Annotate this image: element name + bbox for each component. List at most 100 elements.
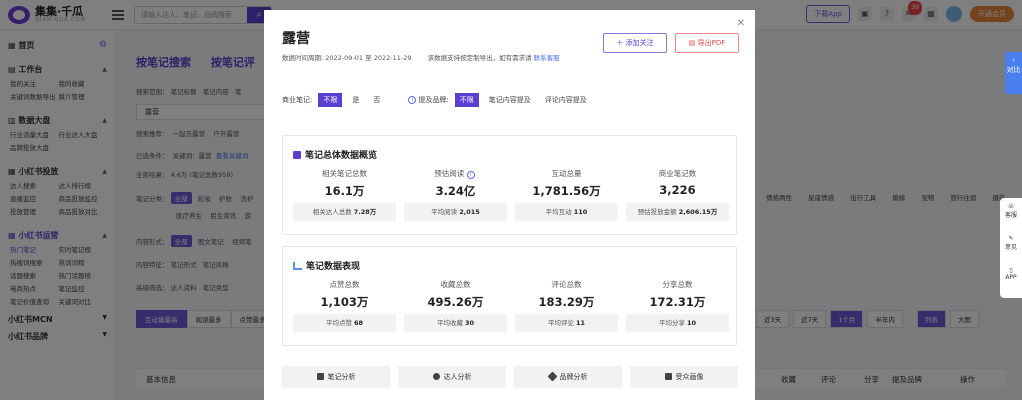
date-range-row: 数据时间周期: 2022-09-01 至 2022-11-29 该数据支持按定制… [282, 52, 560, 62]
brand-option-comment[interactable]: 评论内容提及 [545, 95, 587, 105]
metric-sub-value: 110 [573, 208, 588, 216]
metric-sub: 平均互动 110 [515, 203, 618, 221]
performance-title-text: 笔记数据表现 [306, 262, 361, 272]
commercial-option-no[interactable]: 否 [373, 95, 380, 105]
pdf-icon: ▤ [688, 39, 698, 47]
commercial-option-any[interactable]: 不限 [318, 93, 343, 107]
metric-label: 预估阅读 [434, 169, 465, 178]
metric-label-row: 预估阅读 i [404, 168, 507, 180]
metric-sub-label: 平均评论 [547, 319, 574, 327]
metric-comments: 评论总数 183.29万 平均评论 11 [515, 279, 618, 332]
metric-sub-value: 68 [354, 319, 364, 327]
commercial-option-yes[interactable]: 是 [352, 95, 359, 105]
metric-likes: 点赞总数 1,103万 平均点赞 68 [293, 279, 396, 332]
metric-value: 495.26万 [427, 295, 484, 309]
metric-value: 183.29万 [538, 295, 595, 309]
metric-collects: 收藏总数 495.26万 平均收藏 30 [404, 279, 507, 332]
metric-sub-label: 平均分享 [658, 319, 685, 327]
compare-side-tab[interactable]: ‹ 对比 [1005, 52, 1022, 94]
tab-label: 品牌分析 [559, 373, 588, 381]
performance-title: 笔记数据表现 [293, 259, 360, 272]
metric-value: 16.1万 [324, 184, 365, 198]
metric-sub-label: 平均点赞 [325, 319, 352, 327]
date-separator: 至 [365, 54, 372, 62]
metric-value: 1,781.56万 [532, 184, 601, 198]
tab-note-analysis[interactable]: 笔记分析 [282, 366, 390, 388]
metric-label: 评论总数 [551, 280, 582, 289]
commercial-label: 商业笔记: [282, 96, 313, 104]
info-icon[interactable]: i [466, 171, 475, 179]
app-button[interactable]: ▯ APP [1000, 262, 1022, 294]
export-pdf-button[interactable]: ▤ 导出PDF [675, 33, 739, 53]
customer-service-button[interactable]: ☏ 客服 [1000, 198, 1022, 230]
compare-label: 对比 [1006, 66, 1021, 74]
metric-sub: 平均评论 11 [515, 314, 618, 332]
filter-row: 商业笔记: 不限 是 否 i 提及品牌: 不限 笔记内容提及 评论内容提及 [282, 93, 601, 107]
float-label: 客服 [1004, 212, 1017, 219]
overview-title: 笔记总体数据概览 [293, 148, 377, 161]
metric-sub-value: 2,606.15万 [678, 208, 718, 216]
tab-brand-analysis[interactable]: 品牌分析 [514, 366, 622, 388]
brand-option-any[interactable]: 不限 [454, 93, 479, 107]
metric-label: 商业笔记数 [658, 169, 697, 178]
metric-sub-label: 相关达人总数 [312, 208, 352, 216]
date-start: 2022-09-01 [325, 54, 364, 62]
metric-sub: 预估投放金额 2,606.15万 [626, 203, 729, 221]
plus-icon: ＋ [616, 39, 626, 47]
metric-sub: 平均点赞 68 [293, 314, 396, 332]
metric-sub-value: 30 [465, 319, 475, 327]
brand-option-content[interactable]: 笔记内容提及 [489, 95, 531, 105]
date-range-label: 数据时间周期: [282, 54, 324, 62]
chat-icon: ☏ [1007, 203, 1015, 210]
info-icon[interactable]: i [408, 96, 417, 104]
export-hint: 该数据支持按定制导出，如有需求请 [427, 54, 532, 62]
note-icon [293, 150, 301, 159]
note-icon [316, 373, 324, 380]
metric-shares: 分享总数 172.31万 平均分享 10 [626, 279, 729, 332]
metric-sub: 相关达人总数 7.28万 [293, 203, 396, 221]
metric-sub: 平均分享 10 [626, 314, 729, 332]
export-pdf-label: 导出PDF [697, 39, 726, 47]
analysis-tabs: 笔记分析 达人分析 品牌分析 受众画像 [282, 366, 738, 388]
tab-audience-profile[interactable]: 受众画像 [630, 366, 738, 388]
metric-sub-value: 11 [576, 319, 586, 327]
metric-label: 收藏总数 [440, 280, 471, 289]
heart-icon [547, 371, 557, 382]
metric-sub-label: 平均互动 [545, 208, 572, 216]
metric-value: 3,226 [659, 183, 696, 197]
metric-sub-label: 平均收藏 [436, 319, 463, 327]
add-follow-button[interactable]: ＋ 添加关注 [603, 33, 667, 53]
chevron-left-icon: ‹ [1012, 56, 1015, 64]
overview-title-text: 笔记总体数据概览 [305, 151, 378, 161]
floating-toolbar: ☏ 客服 ✎ 意见 ▯ APP [1000, 198, 1022, 298]
performance-card: 笔记数据表现 点赞总数 1,103万 平均点赞 68 收藏总数 495.26万 … [282, 246, 737, 346]
close-icon[interactable]: ✕ [737, 18, 745, 29]
feedback-button[interactable]: ✎ 意见 [1000, 230, 1022, 262]
metric-interactions: 互动总量 1,781.56万 平均互动 110 [515, 168, 618, 221]
tab-kol-analysis[interactable]: 达人分析 [398, 366, 506, 388]
metric-sub-label: 平均阅读 [431, 208, 458, 216]
profile-icon [664, 373, 672, 380]
tab-label: 达人分析 [443, 373, 472, 381]
metric-sub: 平均收藏 30 [404, 314, 507, 332]
metric-value: 1,103万 [320, 295, 369, 309]
float-label: 意见 [1004, 244, 1017, 251]
metric-related-notes: 相关笔记总数 16.1万 相关达人总数 7.28万 [293, 168, 396, 221]
add-follow-label: 添加关注 [625, 39, 654, 47]
metric-sub-value: 10 [687, 319, 697, 327]
metric-label: 点赞总数 [329, 280, 360, 289]
metric-sub: 平均阅读 2,015 [404, 203, 507, 221]
metric-value: 172.31万 [649, 295, 706, 309]
metric-commercial-notes: 商业笔记数 3,226 预估投放金额 2,606.15万 [626, 168, 729, 221]
modal-title: 露营 [282, 31, 310, 47]
metric-label: 互动总量 [551, 169, 582, 178]
keyword-analysis-modal: ✕ 露营 数据时间周期: 2022-09-01 至 2022-11-29 该数据… [264, 10, 755, 400]
metric-sub-label: 预估投放金额 [637, 208, 677, 216]
metric-estimated-reads: 预估阅读 i 3.24亿 平均阅读 2,015 [404, 168, 507, 221]
contact-service-link[interactable]: 联系客服 [534, 54, 560, 62]
user-icon [432, 373, 440, 380]
float-label: APP [1005, 274, 1017, 281]
metric-sub-value: 7.28万 [353, 208, 377, 216]
overview-card: 笔记总体数据概览 相关笔记总数 16.1万 相关达人总数 7.28万 预估阅读 … [282, 135, 737, 235]
metric-value: 3.24亿 [435, 184, 476, 198]
